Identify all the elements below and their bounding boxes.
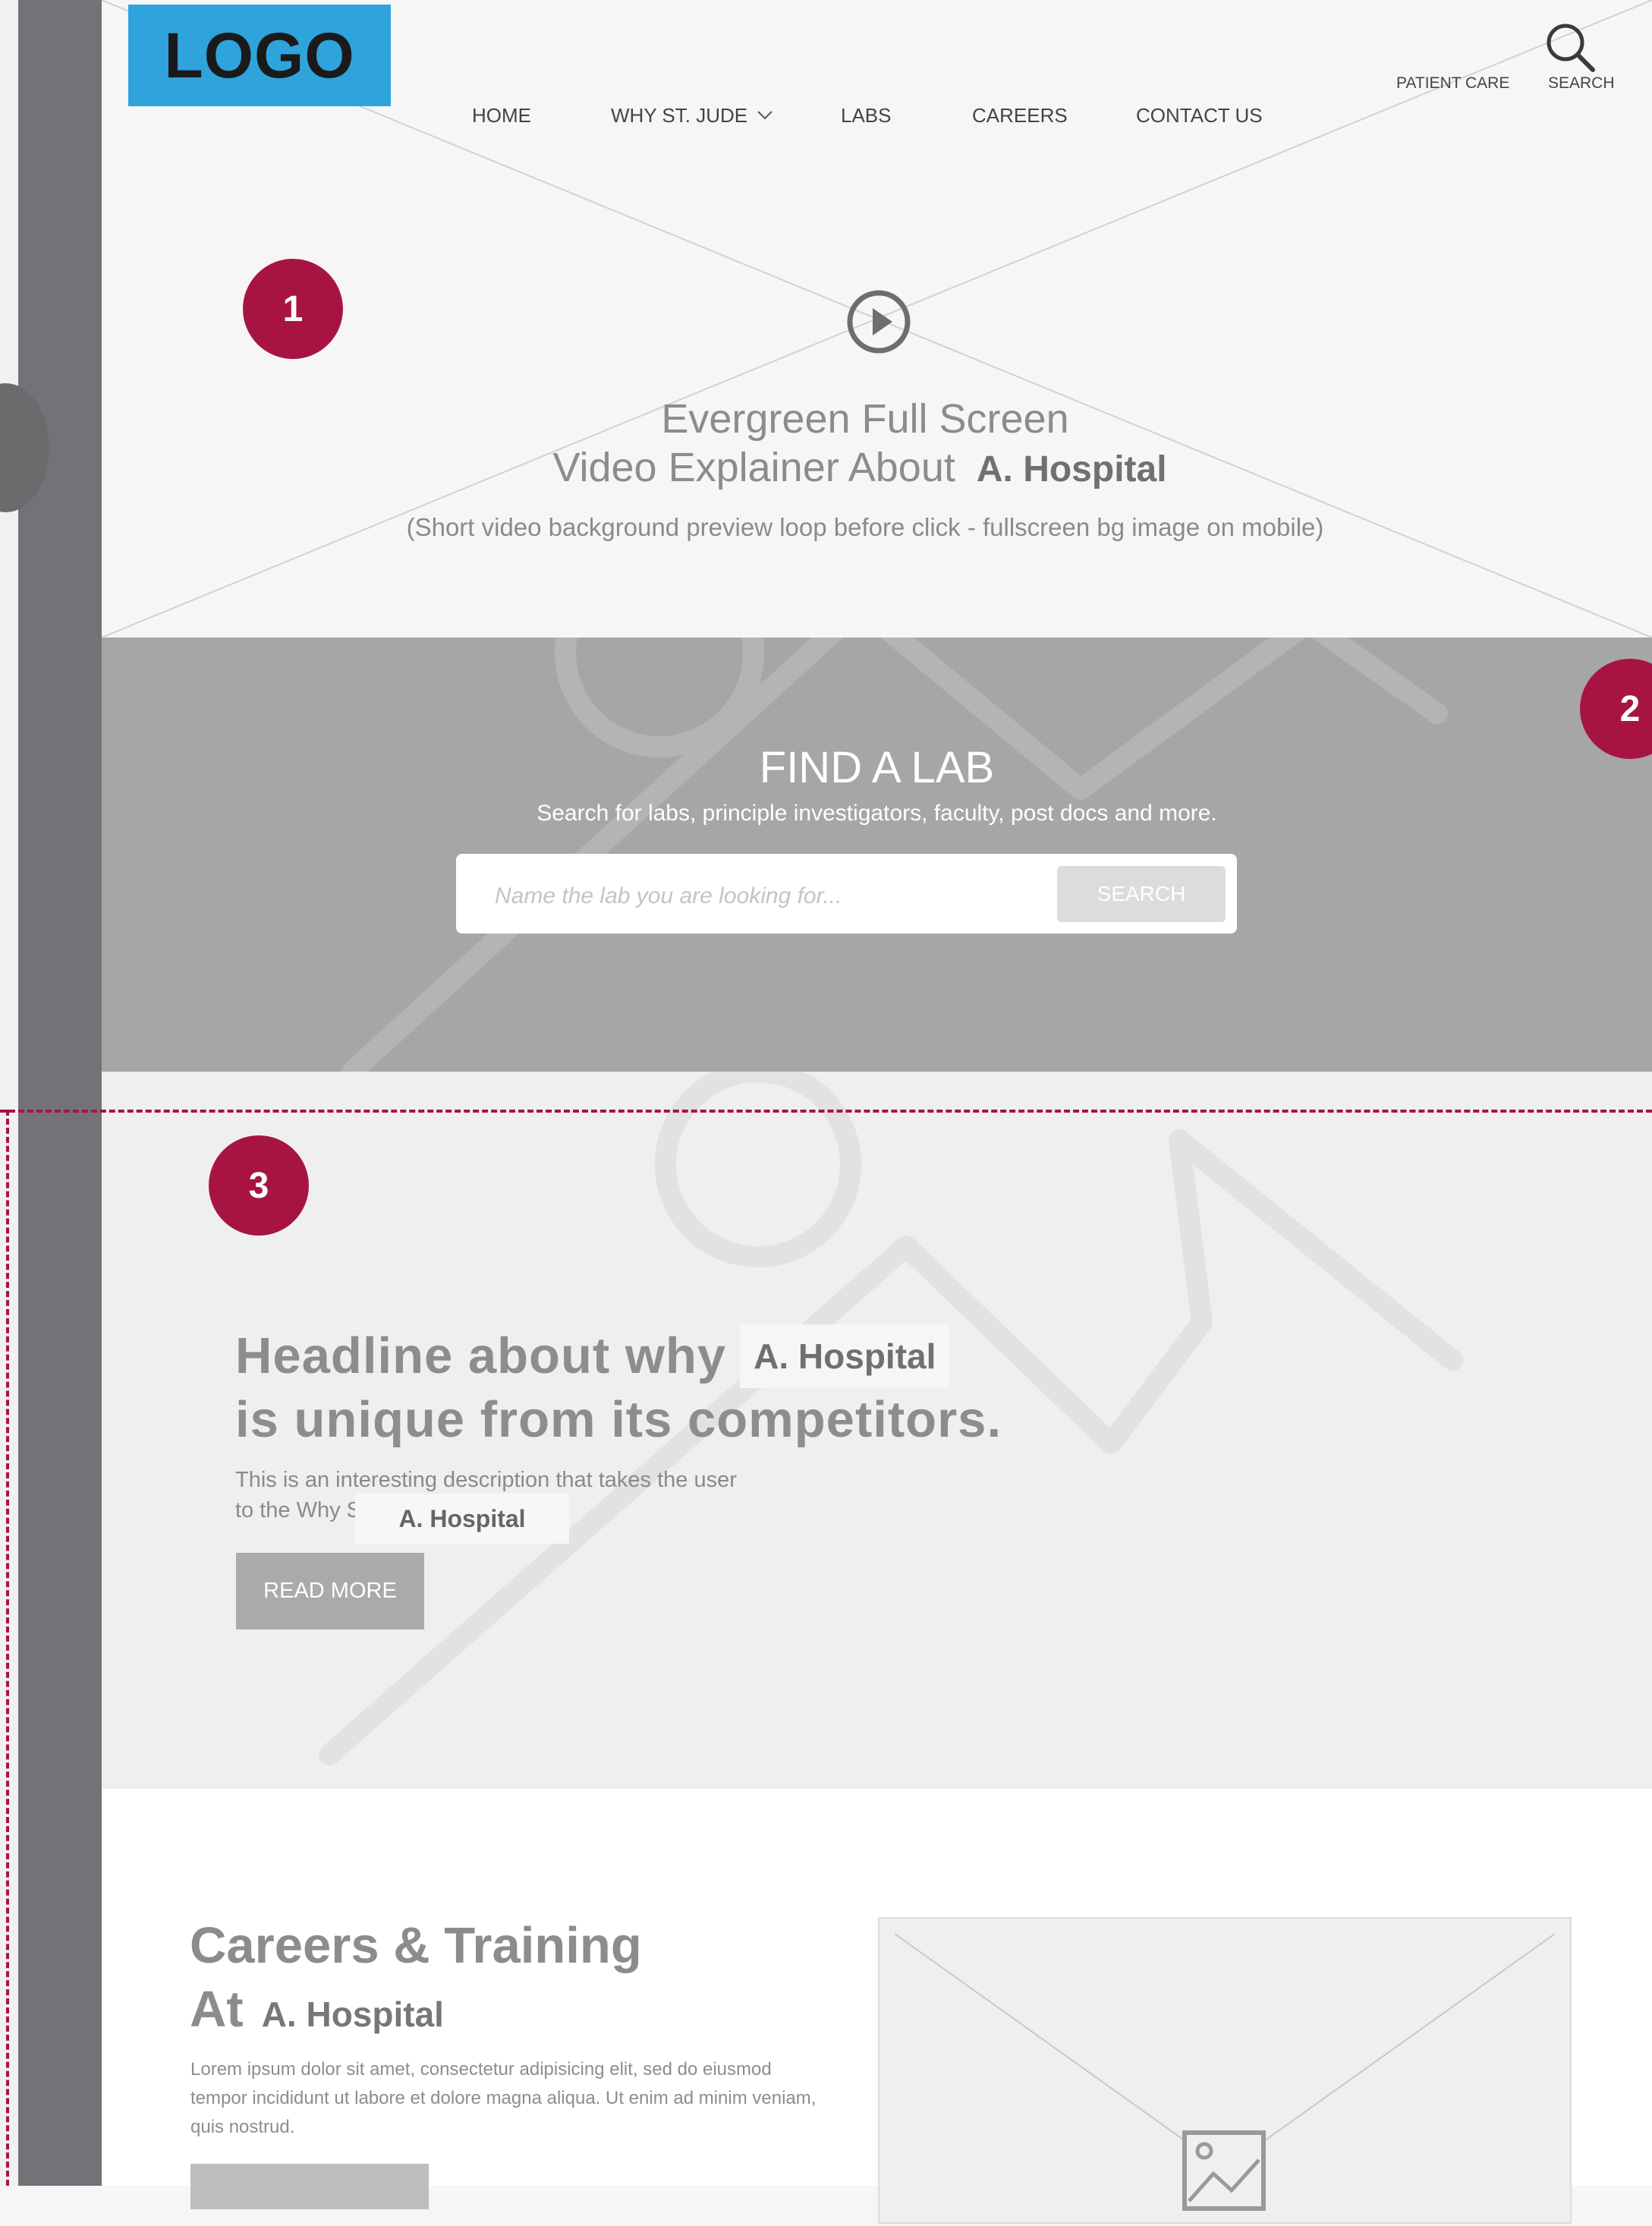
nav-home-label: HOME (472, 103, 531, 127)
careers-at-label: At (190, 1981, 244, 2038)
find-a-lab-title: FIND A LAB (759, 743, 995, 792)
lab-search-button[interactable]: SEARCH (1057, 866, 1226, 922)
left-gutter-bar (18, 0, 102, 2186)
nav-contact-label: CONTACT US (1136, 103, 1263, 127)
hero-subtitle: (Short video background preview loop bef… (406, 513, 1324, 541)
annotation-badge-1: 1 (243, 259, 343, 359)
lab-search-input[interactable] (493, 880, 1043, 912)
careers-title: Careers & Training (190, 1917, 642, 1974)
hospital-name-tag: A. Hospital (965, 446, 1178, 494)
why-headline-line2: is unique from its competitors. (235, 1391, 1002, 1448)
hero-title-line1: Evergreen Full Screen (661, 396, 1069, 442)
left-margin (0, 0, 18, 2186)
play-icon[interactable] (844, 287, 914, 357)
search-icon[interactable] (1543, 20, 1597, 74)
hero-title: Evergreen Full Screen Video Explainer Ab… (379, 395, 1351, 494)
annotation-badge-3: 3 (209, 1135, 309, 1236)
chevron-down-icon (757, 111, 773, 120)
why-desc-line1: This is an interesting description that … (235, 1468, 737, 1492)
hospital-name-tag: A. Hospital (355, 1494, 569, 1544)
nav-why-st-jude[interactable]: WHY ST. JUDE (611, 103, 773, 128)
nav-careers[interactable]: CAREERS (972, 103, 1068, 128)
search-link[interactable]: SEARCH (1548, 74, 1615, 93)
careers-body: Lorem ipsum dolor sit amet, consectetur … (190, 2059, 817, 2137)
hero-title-line2-wrap: Video Explainer About A. Hospital (379, 443, 1351, 494)
careers-image-placeholder (878, 1917, 1572, 2224)
why-headline: Headline about why A. Hospital is unique … (235, 1324, 1070, 1452)
careers-subtitle: At A. Hospital (190, 1978, 444, 2046)
nav-labs-label: LABS (841, 103, 892, 127)
patient-care-link[interactable]: PATIENT CARE (1396, 74, 1509, 93)
logo[interactable]: LOGO (128, 5, 391, 106)
why-headline-line1: Headline about why (235, 1327, 727, 1384)
nav-labs[interactable]: LABS (841, 103, 892, 128)
hero-title-line2: Video Explainer About (552, 445, 955, 490)
find-a-lab-subtitle: Search for labs, principle investigators… (537, 801, 1217, 826)
placeholder-cross-lines (894, 1933, 1556, 2211)
nav-careers-label: CAREERS (972, 103, 1068, 127)
section-divider-dashed-vertical (6, 1110, 9, 2186)
why-headline-line1-wrap: Headline about why A. Hospital (235, 1324, 1070, 1388)
section-divider-dashed (0, 1110, 1652, 1113)
nav-contact-us[interactable]: CONTACT US (1136, 103, 1263, 128)
nav-why-label: WHY ST. JUDE (611, 103, 748, 127)
hospital-name-tag: A. Hospital (740, 1324, 950, 1388)
image-icon (1182, 2130, 1266, 2211)
careers-button[interactable] (190, 2164, 429, 2209)
hospital-name-tag: A. Hospital (243, 1995, 444, 2034)
read-more-button[interactable]: READ MORE (236, 1553, 424, 1629)
nav-home[interactable]: HOME (472, 103, 531, 128)
